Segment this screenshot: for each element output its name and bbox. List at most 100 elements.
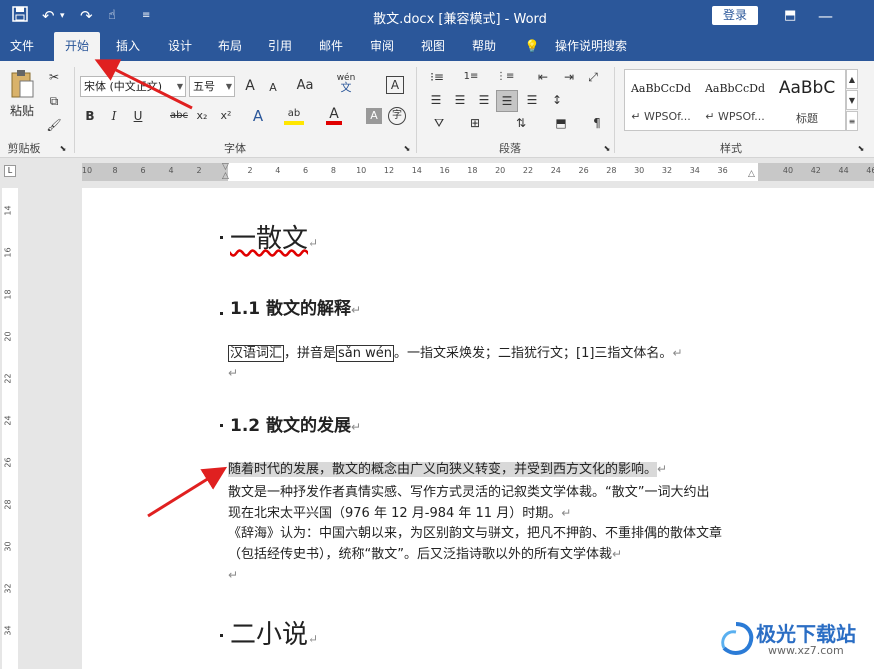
distributed-icon[interactable]: ☰ <box>524 90 540 110</box>
ruler-number: 6 <box>303 166 309 175</box>
paragraph-line[interactable]: 现在北宋太平兴国（976 年 12 月-984 年 11 月）时期。↵ <box>228 503 571 524</box>
heading-1-xiaoshuo[interactable]: 二小说↵ <box>230 614 318 651</box>
tab-mailings[interactable]: 邮件 <box>309 32 353 61</box>
font-size-select[interactable]: 五号 ▼ <box>189 76 235 97</box>
styles-scroll-down[interactable]: ▼ <box>846 90 858 110</box>
strikethrough-icon[interactable]: abc <box>168 106 190 126</box>
ribbon: 粘贴 ✂ ⧉ 🖌 剪贴板 ⬊ 宋体 (中文正文) ▼ 五号 ▼ A A Aa wén… <box>0 61 874 158</box>
tab-view[interactable]: 视图 <box>411 32 455 61</box>
align-left-icon[interactable]: ☰ <box>428 90 444 110</box>
font-launcher-icon[interactable]: ⬊ <box>402 139 412 159</box>
align-center-icon[interactable]: ☰ <box>452 90 468 110</box>
font-name-select[interactable]: 宋体 (中文正文) ▼ <box>80 76 186 97</box>
ruler-number: 8 <box>330 166 336 175</box>
ruler-number: 24 <box>3 415 13 426</box>
minimize-icon[interactable]: — <box>818 6 833 26</box>
ruler-number: 36 <box>717 166 728 175</box>
horizontal-ruler[interactable]: 10 8 6 4 2 2 4 6 8 10 12 14 16 18 20 22 24 26 28 30 32 34 36 40… <box>82 163 874 181</box>
highlight-color-icon[interactable]: ab <box>284 104 304 125</box>
paragraph-line[interactable]: 散文是一种抒发作者真情实感、写作方式灵活的记叙类文学体裁。“散文”一词大约出 <box>228 483 709 503</box>
change-case-icon[interactable]: Aa <box>294 76 316 96</box>
paste-label[interactable]: 粘贴 <box>4 101 40 121</box>
undo-dropdown-icon[interactable]: ▾ <box>60 6 65 26</box>
underline-icon[interactable]: U <box>132 106 144 126</box>
phonetic-guide-icon[interactable]: wén 文 <box>336 73 356 94</box>
paragraph-line[interactable]: （包括经传史书），统称“散文”。后又泛指诗歌以外的所有文学体裁↵ <box>228 544 622 565</box>
right-indent-marker[interactable]: △ <box>748 169 758 179</box>
styles-launcher-icon[interactable]: ⬊ <box>856 139 866 159</box>
ruler-number: 2 <box>247 166 253 175</box>
heading-1-sanwen[interactable]: 一散文↵ <box>230 218 318 255</box>
paragraph-line[interactable]: 《辞海》认为：中国六朝以来，为区别韵文与骈文，把凡不押韵、不重排偶的散体文章 <box>228 524 722 544</box>
paragraph-line-selected[interactable]: 随着时代的发展，散文的概念由广义向狭义转变，并受到西方文化的影响。↵ <box>228 459 667 480</box>
paste-icon[interactable] <box>8 69 36 101</box>
login-button[interactable]: 登录 <box>712 6 758 25</box>
show-marks-icon[interactable]: ¶ <box>590 113 604 133</box>
ruler-number: 46 <box>866 166 874 175</box>
tell-me-search[interactable]: 操作说明搜索 <box>546 32 636 61</box>
save-icon[interactable] <box>12 6 28 27</box>
tab-selector[interactable]: L <box>4 165 16 177</box>
enclose-characters-icon[interactable]: 字 <box>388 107 406 125</box>
ruler-number: 28 <box>3 499 13 510</box>
line-spacing-icon[interactable]: ↕ <box>548 90 566 110</box>
style-title[interactable]: AaBbC 标题 <box>771 70 843 132</box>
format-painter-icon[interactable]: 🖌 <box>44 115 64 135</box>
decrease-indent-icon[interactable]: ⇤ <box>534 67 552 87</box>
styles-scroll-up[interactable]: ▲ <box>846 69 858 89</box>
ribbon-display-icon[interactable]: ⬒ <box>784 6 796 26</box>
clipboard-launcher-icon[interactable]: ⬊ <box>58 139 68 159</box>
ruler-number: 10 <box>81 166 93 175</box>
shading-icon[interactable]: ⛛ <box>430 113 448 133</box>
vertical-ruler[interactable]: 14 16 18 20 22 24 26 28 30 32 34 <box>0 188 20 669</box>
asian-typography-icon[interactable]: ⬒ <box>552 113 570 133</box>
align-right-icon[interactable]: ☰ <box>476 90 492 110</box>
tab-insert[interactable]: 插入 <box>106 32 150 61</box>
superscript-icon[interactable]: x² <box>218 106 234 126</box>
paragraph-explanation[interactable]: 汉语词汇 ，拼音是 sǎn wén 。一指文采焕发；二指犹行文；[1]三指文体名。↵ <box>228 343 683 364</box>
ruler-number: 40 <box>782 166 794 175</box>
cut-icon[interactable]: ✂ <box>44 67 64 87</box>
styles-more[interactable]: ≡ <box>846 111 858 131</box>
customize-toolbar-icon[interactable]: ≡ <box>142 6 150 26</box>
tab-references[interactable]: 引用 <box>258 32 302 61</box>
justify-icon[interactable]: ☰ <box>496 90 518 112</box>
font-color-icon[interactable]: A <box>326 104 342 125</box>
tab-file[interactable]: 文件 <box>0 32 44 61</box>
style-wpsoffice-1[interactable]: AaBbCcDd ↵ WPSOf... <box>625 70 697 132</box>
undo-icon[interactable]: ↶ <box>42 6 55 26</box>
shrink-font-icon[interactable]: A <box>266 78 280 98</box>
redo-icon[interactable]: ↷ <box>80 6 93 26</box>
grow-font-icon[interactable]: A <box>242 76 258 96</box>
multilevel-list-icon[interactable]: ⋮≡ <box>496 67 514 87</box>
text-effects-icon[interactable]: A <box>250 106 266 126</box>
ruler-number: 32 <box>3 583 13 594</box>
touch-mode-icon[interactable]: ☝ <box>108 6 116 26</box>
increase-indent-icon[interactable]: ⇥ <box>560 67 578 87</box>
tab-review[interactable]: 审阅 <box>360 32 404 61</box>
character-border-icon[interactable]: A <box>386 76 404 94</box>
chevron-down-icon: ▼ <box>225 82 232 91</box>
borders-icon[interactable]: ⊞ <box>466 113 484 133</box>
heading-2-explanation[interactable]: 1.1 散文的解释↵ <box>230 294 361 319</box>
sort-icon[interactable]: ⇅ <box>512 113 530 133</box>
bullets-icon[interactable]: ⁝≡ <box>428 67 446 87</box>
document-page[interactable]: 一散文↵ 1.1 散文的解释↵ 汉语词汇 ，拼音是 sǎn wén 。一指文采焕发；二… <box>82 188 874 669</box>
bold-icon[interactable]: B <box>84 106 96 126</box>
subscript-icon[interactable]: x₂ <box>194 106 210 126</box>
heading-bullet <box>220 424 223 427</box>
style-wpsoffice-2[interactable]: AaBbCcDd ↵ WPSOf... <box>699 70 771 132</box>
tab-help[interactable]: 帮助 <box>462 32 506 61</box>
indent-marker[interactable]: ▽ △ <box>222 163 232 181</box>
tab-home[interactable]: 开始 <box>54 32 100 61</box>
chinese-layout-icon[interactable]: ⤢ <box>584 67 602 87</box>
ruler-number: 34 <box>689 166 700 175</box>
tab-layout[interactable]: 布局 <box>208 32 252 61</box>
italic-icon[interactable]: I <box>108 106 120 126</box>
numbering-icon[interactable]: 1≡ <box>462 67 480 87</box>
paragraph-launcher-icon[interactable]: ⬊ <box>602 139 612 159</box>
copy-icon[interactable]: ⧉ <box>44 91 64 111</box>
tab-design[interactable]: 设计 <box>158 32 202 61</box>
heading-2-development[interactable]: 1.2 散文的发展↵ <box>230 411 361 436</box>
character-shading-icon[interactable]: A <box>366 108 382 124</box>
